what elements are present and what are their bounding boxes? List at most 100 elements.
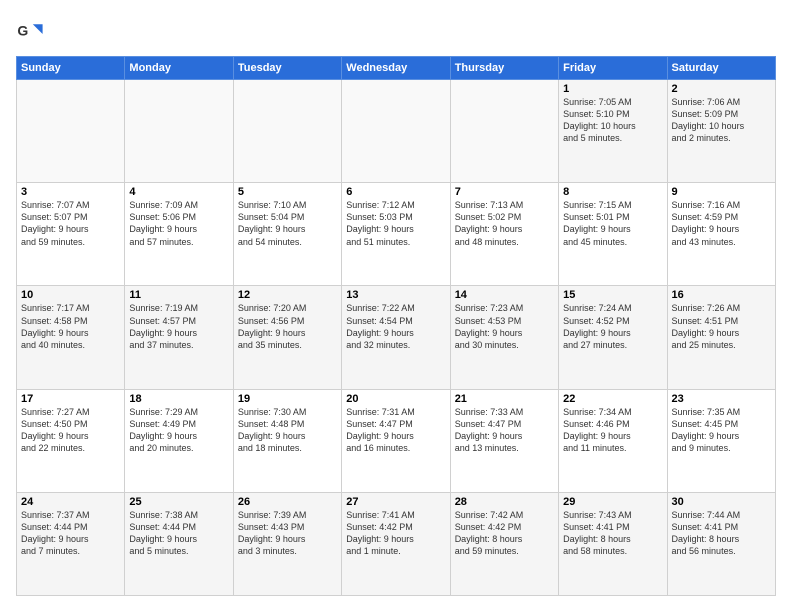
weekday-header: Monday: [125, 57, 233, 80]
calendar-cell: 13Sunrise: 7:22 AM Sunset: 4:54 PM Dayli…: [342, 286, 450, 389]
weekday-header: Saturday: [667, 57, 775, 80]
day-number: 20: [346, 393, 445, 405]
day-info: Sunrise: 7:31 AM Sunset: 4:47 PM Dayligh…: [346, 406, 445, 455]
day-info: Sunrise: 7:17 AM Sunset: 4:58 PM Dayligh…: [21, 302, 120, 351]
day-info: Sunrise: 7:15 AM Sunset: 5:01 PM Dayligh…: [563, 199, 662, 248]
calendar-cell: [450, 80, 558, 183]
day-info: Sunrise: 7:37 AM Sunset: 4:44 PM Dayligh…: [21, 509, 120, 558]
day-number: 4: [129, 186, 228, 198]
calendar-cell: 8Sunrise: 7:15 AM Sunset: 5:01 PM Daylig…: [559, 183, 667, 286]
calendar-cell: 17Sunrise: 7:27 AM Sunset: 4:50 PM Dayli…: [17, 389, 125, 492]
calendar-cell: 4Sunrise: 7:09 AM Sunset: 5:06 PM Daylig…: [125, 183, 233, 286]
calendar-cell: 28Sunrise: 7:42 AM Sunset: 4:42 PM Dayli…: [450, 492, 558, 595]
calendar-cell: 14Sunrise: 7:23 AM Sunset: 4:53 PM Dayli…: [450, 286, 558, 389]
day-number: 12: [238, 289, 337, 301]
calendar-cell: [342, 80, 450, 183]
page: G SundayMondayTuesdayWednesdayThursdayFr…: [0, 0, 792, 612]
day-number: 5: [238, 186, 337, 198]
logo: G: [16, 20, 48, 48]
calendar-cell: 24Sunrise: 7:37 AM Sunset: 4:44 PM Dayli…: [17, 492, 125, 595]
calendar-cell: 9Sunrise: 7:16 AM Sunset: 4:59 PM Daylig…: [667, 183, 775, 286]
calendar-cell: 3Sunrise: 7:07 AM Sunset: 5:07 PM Daylig…: [17, 183, 125, 286]
calendar-cell: 23Sunrise: 7:35 AM Sunset: 4:45 PM Dayli…: [667, 389, 775, 492]
calendar-cell: 2Sunrise: 7:06 AM Sunset: 5:09 PM Daylig…: [667, 80, 775, 183]
day-info: Sunrise: 7:09 AM Sunset: 5:06 PM Dayligh…: [129, 199, 228, 248]
calendar-cell: 22Sunrise: 7:34 AM Sunset: 4:46 PM Dayli…: [559, 389, 667, 492]
day-number: 8: [563, 186, 662, 198]
calendar-cell: 20Sunrise: 7:31 AM Sunset: 4:47 PM Dayli…: [342, 389, 450, 492]
calendar-cell: 30Sunrise: 7:44 AM Sunset: 4:41 PM Dayli…: [667, 492, 775, 595]
day-info: Sunrise: 7:22 AM Sunset: 4:54 PM Dayligh…: [346, 302, 445, 351]
day-info: Sunrise: 7:20 AM Sunset: 4:56 PM Dayligh…: [238, 302, 337, 351]
calendar-cell: 25Sunrise: 7:38 AM Sunset: 4:44 PM Dayli…: [125, 492, 233, 595]
day-info: Sunrise: 7:16 AM Sunset: 4:59 PM Dayligh…: [672, 199, 771, 248]
calendar-cell: 11Sunrise: 7:19 AM Sunset: 4:57 PM Dayli…: [125, 286, 233, 389]
day-info: Sunrise: 7:26 AM Sunset: 4:51 PM Dayligh…: [672, 302, 771, 351]
calendar-week-row: 24Sunrise: 7:37 AM Sunset: 4:44 PM Dayli…: [17, 492, 776, 595]
calendar-cell: 6Sunrise: 7:12 AM Sunset: 5:03 PM Daylig…: [342, 183, 450, 286]
header: G: [16, 16, 776, 48]
day-info: Sunrise: 7:29 AM Sunset: 4:49 PM Dayligh…: [129, 406, 228, 455]
calendar-cell: 15Sunrise: 7:24 AM Sunset: 4:52 PM Dayli…: [559, 286, 667, 389]
day-info: Sunrise: 7:07 AM Sunset: 5:07 PM Dayligh…: [21, 199, 120, 248]
calendar-week-row: 3Sunrise: 7:07 AM Sunset: 5:07 PM Daylig…: [17, 183, 776, 286]
day-info: Sunrise: 7:27 AM Sunset: 4:50 PM Dayligh…: [21, 406, 120, 455]
day-number: 17: [21, 393, 120, 405]
day-number: 13: [346, 289, 445, 301]
day-number: 9: [672, 186, 771, 198]
day-info: Sunrise: 7:23 AM Sunset: 4:53 PM Dayligh…: [455, 302, 554, 351]
calendar-cell: 1Sunrise: 7:05 AM Sunset: 5:10 PM Daylig…: [559, 80, 667, 183]
day-number: 21: [455, 393, 554, 405]
calendar-cell: 29Sunrise: 7:43 AM Sunset: 4:41 PM Dayli…: [559, 492, 667, 595]
day-number: 22: [563, 393, 662, 405]
day-info: Sunrise: 7:24 AM Sunset: 4:52 PM Dayligh…: [563, 302, 662, 351]
calendar-cell: [233, 80, 341, 183]
calendar-cell: 18Sunrise: 7:29 AM Sunset: 4:49 PM Dayli…: [125, 389, 233, 492]
calendar-header: SundayMondayTuesdayWednesdayThursdayFrid…: [17, 57, 776, 80]
day-number: 3: [21, 186, 120, 198]
day-number: 7: [455, 186, 554, 198]
weekday-header: Thursday: [450, 57, 558, 80]
calendar-cell: [17, 80, 125, 183]
weekday-header: Friday: [559, 57, 667, 80]
day-number: 26: [238, 496, 337, 508]
weekday-row: SundayMondayTuesdayWednesdayThursdayFrid…: [17, 57, 776, 80]
day-number: 29: [563, 496, 662, 508]
logo-icon: G: [16, 20, 44, 48]
calendar-table: SundayMondayTuesdayWednesdayThursdayFrid…: [16, 56, 776, 596]
day-number: 2: [672, 83, 771, 95]
day-number: 1: [563, 83, 662, 95]
calendar-week-row: 17Sunrise: 7:27 AM Sunset: 4:50 PM Dayli…: [17, 389, 776, 492]
day-number: 28: [455, 496, 554, 508]
calendar-cell: 10Sunrise: 7:17 AM Sunset: 4:58 PM Dayli…: [17, 286, 125, 389]
weekday-header: Tuesday: [233, 57, 341, 80]
day-info: Sunrise: 7:13 AM Sunset: 5:02 PM Dayligh…: [455, 199, 554, 248]
day-number: 16: [672, 289, 771, 301]
day-info: Sunrise: 7:42 AM Sunset: 4:42 PM Dayligh…: [455, 509, 554, 558]
day-info: Sunrise: 7:41 AM Sunset: 4:42 PM Dayligh…: [346, 509, 445, 558]
day-number: 11: [129, 289, 228, 301]
svg-text:G: G: [17, 22, 28, 38]
day-number: 14: [455, 289, 554, 301]
calendar-cell: [125, 80, 233, 183]
calendar-body: 1Sunrise: 7:05 AM Sunset: 5:10 PM Daylig…: [17, 80, 776, 596]
calendar-cell: 5Sunrise: 7:10 AM Sunset: 5:04 PM Daylig…: [233, 183, 341, 286]
day-number: 30: [672, 496, 771, 508]
day-info: Sunrise: 7:06 AM Sunset: 5:09 PM Dayligh…: [672, 96, 771, 145]
day-info: Sunrise: 7:38 AM Sunset: 4:44 PM Dayligh…: [129, 509, 228, 558]
day-info: Sunrise: 7:05 AM Sunset: 5:10 PM Dayligh…: [563, 96, 662, 145]
calendar-cell: 16Sunrise: 7:26 AM Sunset: 4:51 PM Dayli…: [667, 286, 775, 389]
day-number: 23: [672, 393, 771, 405]
day-info: Sunrise: 7:12 AM Sunset: 5:03 PM Dayligh…: [346, 199, 445, 248]
day-info: Sunrise: 7:19 AM Sunset: 4:57 PM Dayligh…: [129, 302, 228, 351]
day-info: Sunrise: 7:30 AM Sunset: 4:48 PM Dayligh…: [238, 406, 337, 455]
day-number: 27: [346, 496, 445, 508]
calendar-cell: 26Sunrise: 7:39 AM Sunset: 4:43 PM Dayli…: [233, 492, 341, 595]
calendar-week-row: 10Sunrise: 7:17 AM Sunset: 4:58 PM Dayli…: [17, 286, 776, 389]
day-info: Sunrise: 7:44 AM Sunset: 4:41 PM Dayligh…: [672, 509, 771, 558]
day-info: Sunrise: 7:43 AM Sunset: 4:41 PM Dayligh…: [563, 509, 662, 558]
calendar-cell: 19Sunrise: 7:30 AM Sunset: 4:48 PM Dayli…: [233, 389, 341, 492]
calendar-cell: 27Sunrise: 7:41 AM Sunset: 4:42 PM Dayli…: [342, 492, 450, 595]
day-info: Sunrise: 7:39 AM Sunset: 4:43 PM Dayligh…: [238, 509, 337, 558]
day-number: 15: [563, 289, 662, 301]
